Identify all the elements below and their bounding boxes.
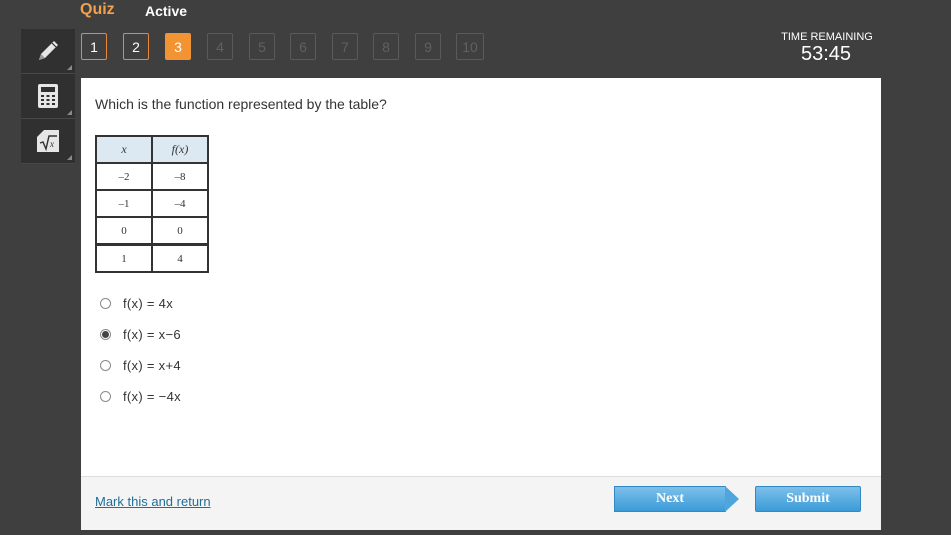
quiz-title: Quiz	[80, 1, 115, 18]
time-remaining-label: TIME REMAINING	[781, 31, 873, 43]
question-footer: Mark this and return Next Submit	[81, 476, 881, 530]
next-button[interactable]: Next	[614, 486, 739, 512]
table-cell: –1	[95, 189, 153, 218]
table-cell: –2	[95, 162, 153, 191]
table-cell: –8	[151, 162, 209, 191]
answer-choice-1[interactable]: f(x) = 4x	[100, 293, 173, 313]
answer-choice-label: f(x) = x+4	[123, 357, 181, 373]
question-nav-7: 7	[332, 33, 358, 60]
calculator-icon	[38, 84, 58, 108]
quiz-page: Quiz Active 1 2 3 4 5 6 7 8 9 10 TIME RE…	[0, 0, 951, 535]
mark-and-return-link[interactable]: Mark this and return	[95, 494, 211, 509]
table-row: 1 4	[95, 243, 209, 273]
pencil-icon	[39, 41, 58, 60]
time-remaining-value: 53:45	[800, 43, 852, 65]
table-cell: 1	[95, 243, 153, 273]
question-nav-5: 5	[249, 33, 275, 60]
pencil-tool-button[interactable]	[21, 29, 75, 74]
answer-choice-2[interactable]: f(x) = x−6	[100, 324, 181, 344]
question-nav-6: 6	[290, 33, 316, 60]
table-header-x: x	[95, 135, 153, 164]
radio-button[interactable]	[100, 297, 111, 309]
answer-choice-label: f(x) = x−6	[123, 326, 181, 342]
formula-sheet-icon: x	[37, 130, 59, 152]
quiz-status: Active	[145, 3, 188, 19]
table-cell: –4	[151, 189, 209, 218]
radio-button[interactable]	[100, 359, 111, 371]
table-header-fx: f(x)	[151, 135, 209, 164]
table-header-row: x f(x)	[95, 135, 209, 164]
question-nav-4: 4	[207, 33, 233, 60]
table-cell: 4	[151, 243, 209, 273]
radio-button[interactable]	[100, 390, 111, 402]
tool-menu-corner	[67, 155, 72, 160]
function-table: x f(x) –2 –8 –1 –4 0 0 1 4	[95, 135, 209, 273]
table-row: –1 –4	[95, 189, 209, 218]
table-cell: 0	[151, 216, 209, 246]
table-cell: 0	[95, 216, 153, 246]
submit-button[interactable]: Submit	[755, 486, 861, 512]
tool-menu-corner	[67, 110, 72, 115]
question-nav-9: 9	[415, 33, 441, 60]
answer-choice-3[interactable]: f(x) = x+4	[100, 355, 181, 375]
radio-button-selected[interactable]	[100, 328, 111, 340]
answer-choice-label: f(x) = 4x	[123, 295, 174, 311]
table-row: –2 –8	[95, 162, 209, 191]
question-nav-8: 8	[373, 33, 399, 60]
question-nav-2[interactable]: 2	[123, 33, 149, 60]
answer-choice-label: f(x) = −4x	[123, 388, 181, 404]
answer-choice-4[interactable]: f(x) = −4x	[100, 386, 181, 406]
calculator-tool-button[interactable]	[21, 74, 75, 119]
question-nav-1[interactable]: 1	[81, 33, 107, 60]
question-text: Which is the function represented by the…	[95, 96, 387, 112]
tool-menu-corner	[67, 65, 72, 70]
question-panel: Which is the function represented by the…	[81, 78, 881, 530]
table-row: 0 0	[95, 216, 209, 246]
question-nav-3[interactable]: 3	[165, 33, 191, 60]
formula-tool-button[interactable]: x	[21, 119, 75, 164]
svg-text:x: x	[49, 139, 54, 149]
question-nav-10: 10	[456, 33, 484, 60]
